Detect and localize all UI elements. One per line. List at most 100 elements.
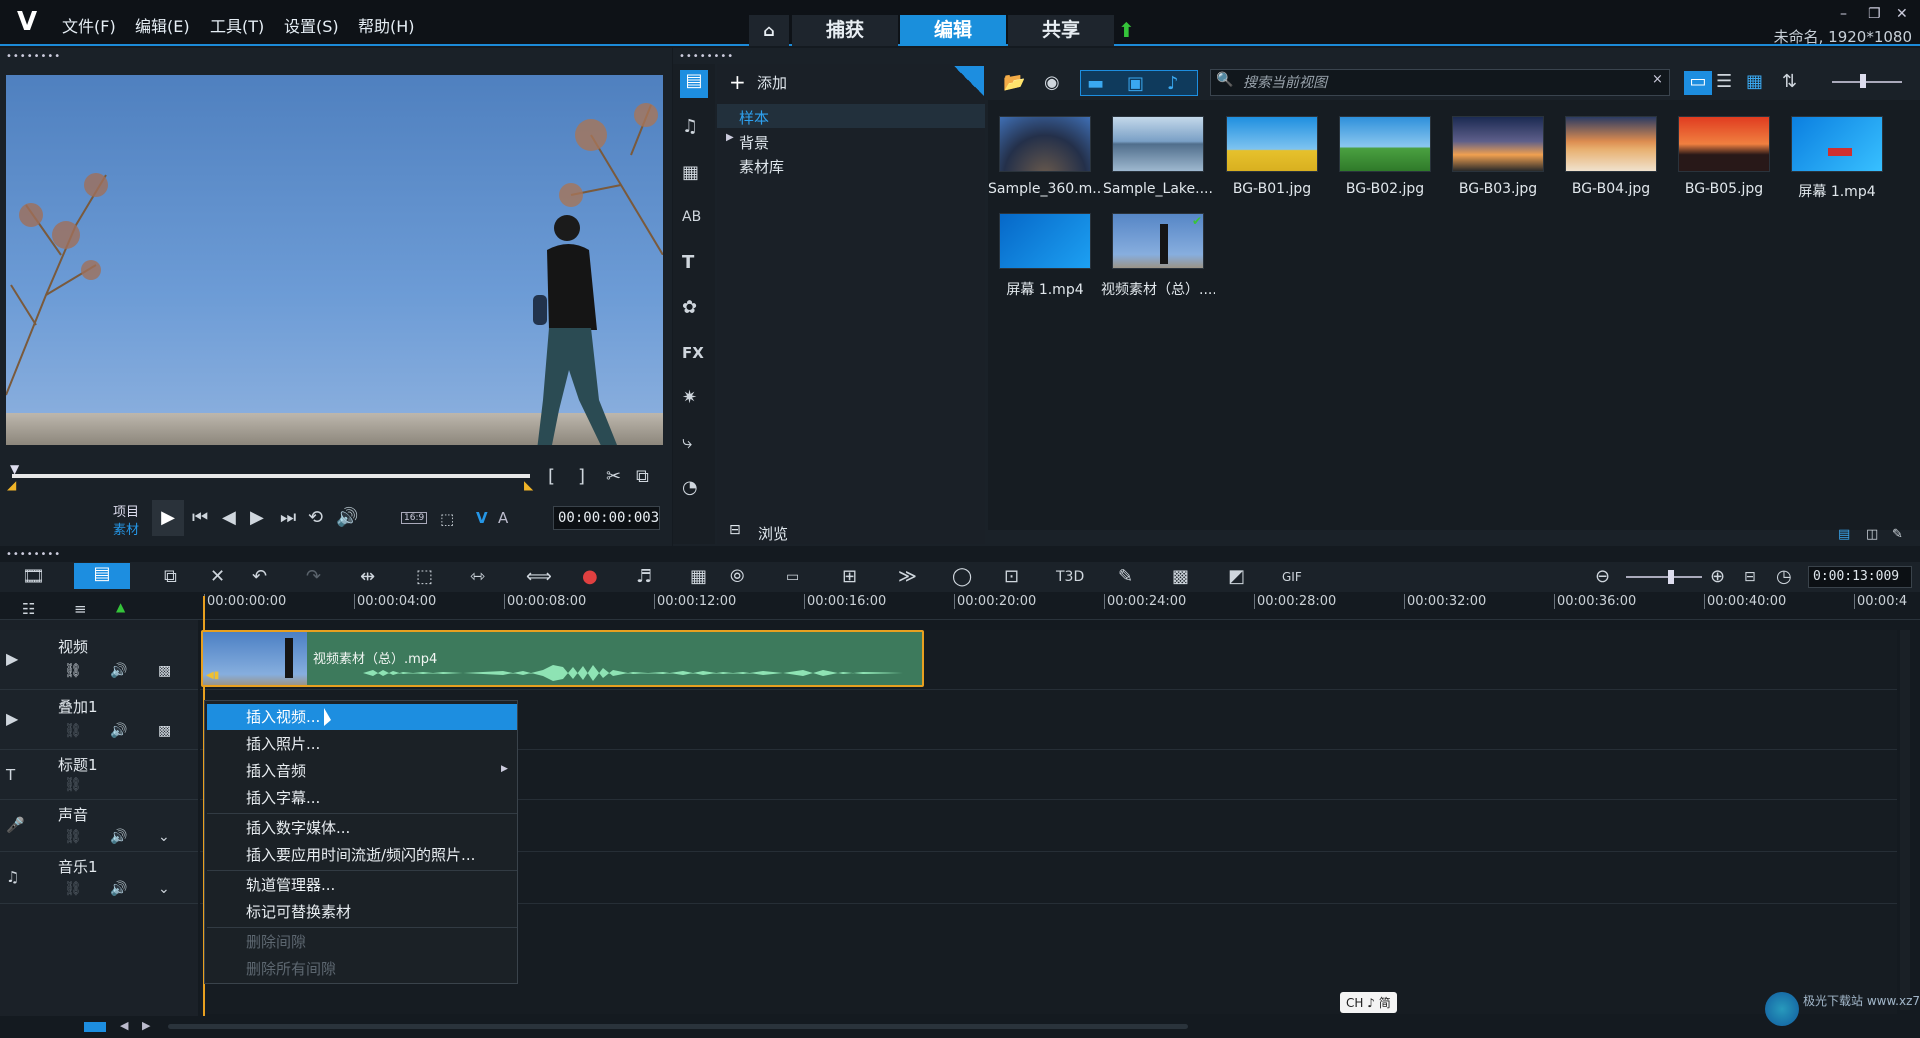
import-folder-icon[interactable]: 📂 xyxy=(1003,72,1025,94)
chevron-down-icon[interactable]: ⌄ xyxy=(158,878,170,900)
tree-item-background[interactable]: 背景 xyxy=(739,132,769,153)
expand-arrow-icon[interactable]: ▶ xyxy=(726,132,734,143)
timeline-view-icon[interactable]: ▤ xyxy=(74,563,130,589)
fit-timeline-icon[interactable]: ⊟ xyxy=(1744,566,1756,588)
mark-in-icon[interactable]: [ xyxy=(548,466,555,488)
media-thumb-sample-lake[interactable] xyxy=(1112,116,1204,172)
scroll-left-icon[interactable]: ◀ xyxy=(120,1019,128,1032)
menu-item-insert-timelapse-photo[interactable]: 插入要应用时间流逝/频闪的照片... xyxy=(207,842,517,868)
color-grading-icon[interactable]: ◩ xyxy=(1228,566,1245,588)
3d-title-icon[interactable]: T3D xyxy=(1056,566,1084,588)
record-capture-icon[interactable]: ◉ xyxy=(1044,72,1060,94)
split-clip-icon[interactable]: ✂ xyxy=(606,466,621,488)
undo-icon[interactable]: ↶ xyxy=(252,566,267,588)
tree-item-library[interactable]: 素材库 xyxy=(739,156,784,177)
close-icon[interactable]: ✕ xyxy=(1896,6,1908,22)
menu-item-track-manager[interactable]: 轨道管理器... xyxy=(207,872,517,898)
vertical-scrollbar[interactable] xyxy=(1900,630,1910,1010)
title-track-icon[interactable]: T xyxy=(6,764,15,786)
storyboard-view-icon[interactable]: 🎞 xyxy=(22,566,45,588)
menu-item-insert-subtitle[interactable]: 插入字幕... xyxy=(207,785,517,811)
menu-tools[interactable]: 工具(T) xyxy=(210,13,264,37)
video-track-toggle[interactable]: V xyxy=(476,509,488,527)
graphics-icon[interactable]: ✿ xyxy=(682,297,697,319)
list-view-icon[interactable]: ☰ xyxy=(1716,71,1732,93)
menu-file[interactable]: 文件(F) xyxy=(62,13,116,37)
menu-item-insert-audio[interactable]: 插入音频 xyxy=(207,758,517,784)
media-thumb-bg-b04[interactable] xyxy=(1565,116,1657,172)
sort-icon[interactable]: ⇅ xyxy=(1782,71,1797,93)
next-frame-icon[interactable]: ▶ xyxy=(250,507,264,529)
link-icon[interactable]: ⛓ xyxy=(64,878,82,900)
fx-filter-icon[interactable]: FX xyxy=(682,342,704,364)
zoom-slider[interactable] xyxy=(1626,576,1702,578)
link-icon[interactable]: ⛓ xyxy=(64,826,82,848)
track-volume-icon[interactable]: 🔊 xyxy=(110,660,127,682)
media-library-icon[interactable]: ▤ xyxy=(680,70,708,98)
transition-icon[interactable]: ▦ xyxy=(682,162,699,184)
chapter-point-icon[interactable]: ≡ xyxy=(74,598,87,620)
motion-icon[interactable]: ✷ xyxy=(682,387,697,409)
zoom-in-icon[interactable]: ⊕ xyxy=(1710,566,1725,588)
pan-zoom-icon[interactable]: ⟺ xyxy=(526,566,552,588)
restore-icon[interactable]: ❐ xyxy=(1868,6,1881,22)
grid-view-icon[interactable]: ▦ xyxy=(1746,71,1763,93)
voice-track-icon[interactable]: 🎤 xyxy=(6,814,25,836)
split-screen-icon[interactable]: ⊡ xyxy=(1004,566,1019,588)
tree-item-sample[interactable]: 样本 xyxy=(739,107,769,128)
play-button[interactable]: ▶ xyxy=(152,500,184,536)
tab-share[interactable]: 共享 xyxy=(1008,15,1114,46)
video-clip[interactable]: ◀▮ 视频素材（总）.mp4 xyxy=(201,630,924,687)
library-edit-icon[interactable]: ✎ xyxy=(1892,524,1903,546)
motion-track-icon[interactable]: ⦾ xyxy=(730,566,744,588)
mode-project[interactable]: 项目 xyxy=(113,501,139,520)
browse-icon[interactable]: ⊟ xyxy=(729,522,741,538)
link-icon[interactable]: ⛓ xyxy=(64,774,82,796)
playhead-marker[interactable]: ▼ xyxy=(10,462,19,476)
media-thumb-bg-b05[interactable] xyxy=(1678,116,1770,172)
media-thumb-sample-360[interactable] xyxy=(999,116,1091,172)
scroll-right-icon[interactable]: ▶ xyxy=(142,1019,150,1032)
panel-grip[interactable]: •••••••• xyxy=(6,52,61,62)
trim-start-marker[interactable]: ◢ xyxy=(7,478,16,492)
media-thumb-screen-1b[interactable] xyxy=(999,213,1091,269)
pin-icon[interactable] xyxy=(954,66,984,96)
add-icon[interactable]: + xyxy=(729,70,746,94)
go-to-start-icon[interactable]: ⏮ xyxy=(192,507,208,529)
show-audio-icon[interactable]: ♪ xyxy=(1167,73,1179,95)
home-icon[interactable]: ⌂ xyxy=(749,15,789,46)
auto-music-icon[interactable]: ▦ xyxy=(690,566,707,588)
track-volume-icon[interactable]: 🔊 xyxy=(110,826,127,848)
multi-view-icon[interactable]: ⊞ xyxy=(842,566,857,588)
media-thumb-bg-b01[interactable] xyxy=(1226,116,1318,172)
scrub-bar[interactable] xyxy=(12,474,530,478)
menu-item-mark-replaceable[interactable]: 标记可替换素材 xyxy=(207,899,517,925)
zoom-out-icon[interactable]: ⊖ xyxy=(1595,566,1610,588)
aspect-ratio-button[interactable]: 16:9 xyxy=(401,512,428,524)
sound-mixer-icon[interactable]: ♬ xyxy=(636,566,652,588)
scroll-mode-icon[interactable] xyxy=(84,1022,106,1032)
overlay-track-icon[interactable]: ▶ xyxy=(6,708,18,730)
slider-handle[interactable] xyxy=(1860,74,1866,88)
redo-icon[interactable]: ↷ xyxy=(306,566,321,588)
volume-icon[interactable]: 🔊 xyxy=(336,507,358,529)
fit-project-icon[interactable]: ⇹ xyxy=(360,566,375,588)
show-photos-icon[interactable]: ▣ xyxy=(1127,73,1144,95)
panel-grip-timeline[interactable]: •••••••• xyxy=(6,550,61,560)
go-to-end-icon[interactable]: ⏭ xyxy=(280,507,296,529)
thumbnail-size-slider[interactable] xyxy=(1832,81,1902,83)
crop-icon[interactable]: ⬚ xyxy=(440,508,454,530)
time-remap-icon[interactable]: ≫ xyxy=(898,566,917,588)
audio-track-toggle[interactable]: A xyxy=(498,509,508,527)
menu-item-insert-photo[interactable]: 插入照片... xyxy=(207,731,517,757)
tab-capture[interactable]: 捕获 xyxy=(792,15,898,46)
clear-search-icon[interactable]: × xyxy=(1652,72,1663,87)
link-icon[interactable]: ⛓ xyxy=(64,660,82,682)
subtitle-editor-icon[interactable]: ▭ xyxy=(786,566,799,588)
menu-item-insert-digital-media[interactable]: 插入数字媒体... xyxy=(207,815,517,841)
minimize-icon[interactable]: – xyxy=(1840,6,1847,22)
track-volume-icon[interactable]: 🔊 xyxy=(110,878,127,900)
speed-icon[interactable]: ◔ xyxy=(682,477,698,499)
media-thumb-screen-1a[interactable] xyxy=(1791,116,1883,172)
previous-frame-icon[interactable]: ◀ xyxy=(222,507,236,529)
